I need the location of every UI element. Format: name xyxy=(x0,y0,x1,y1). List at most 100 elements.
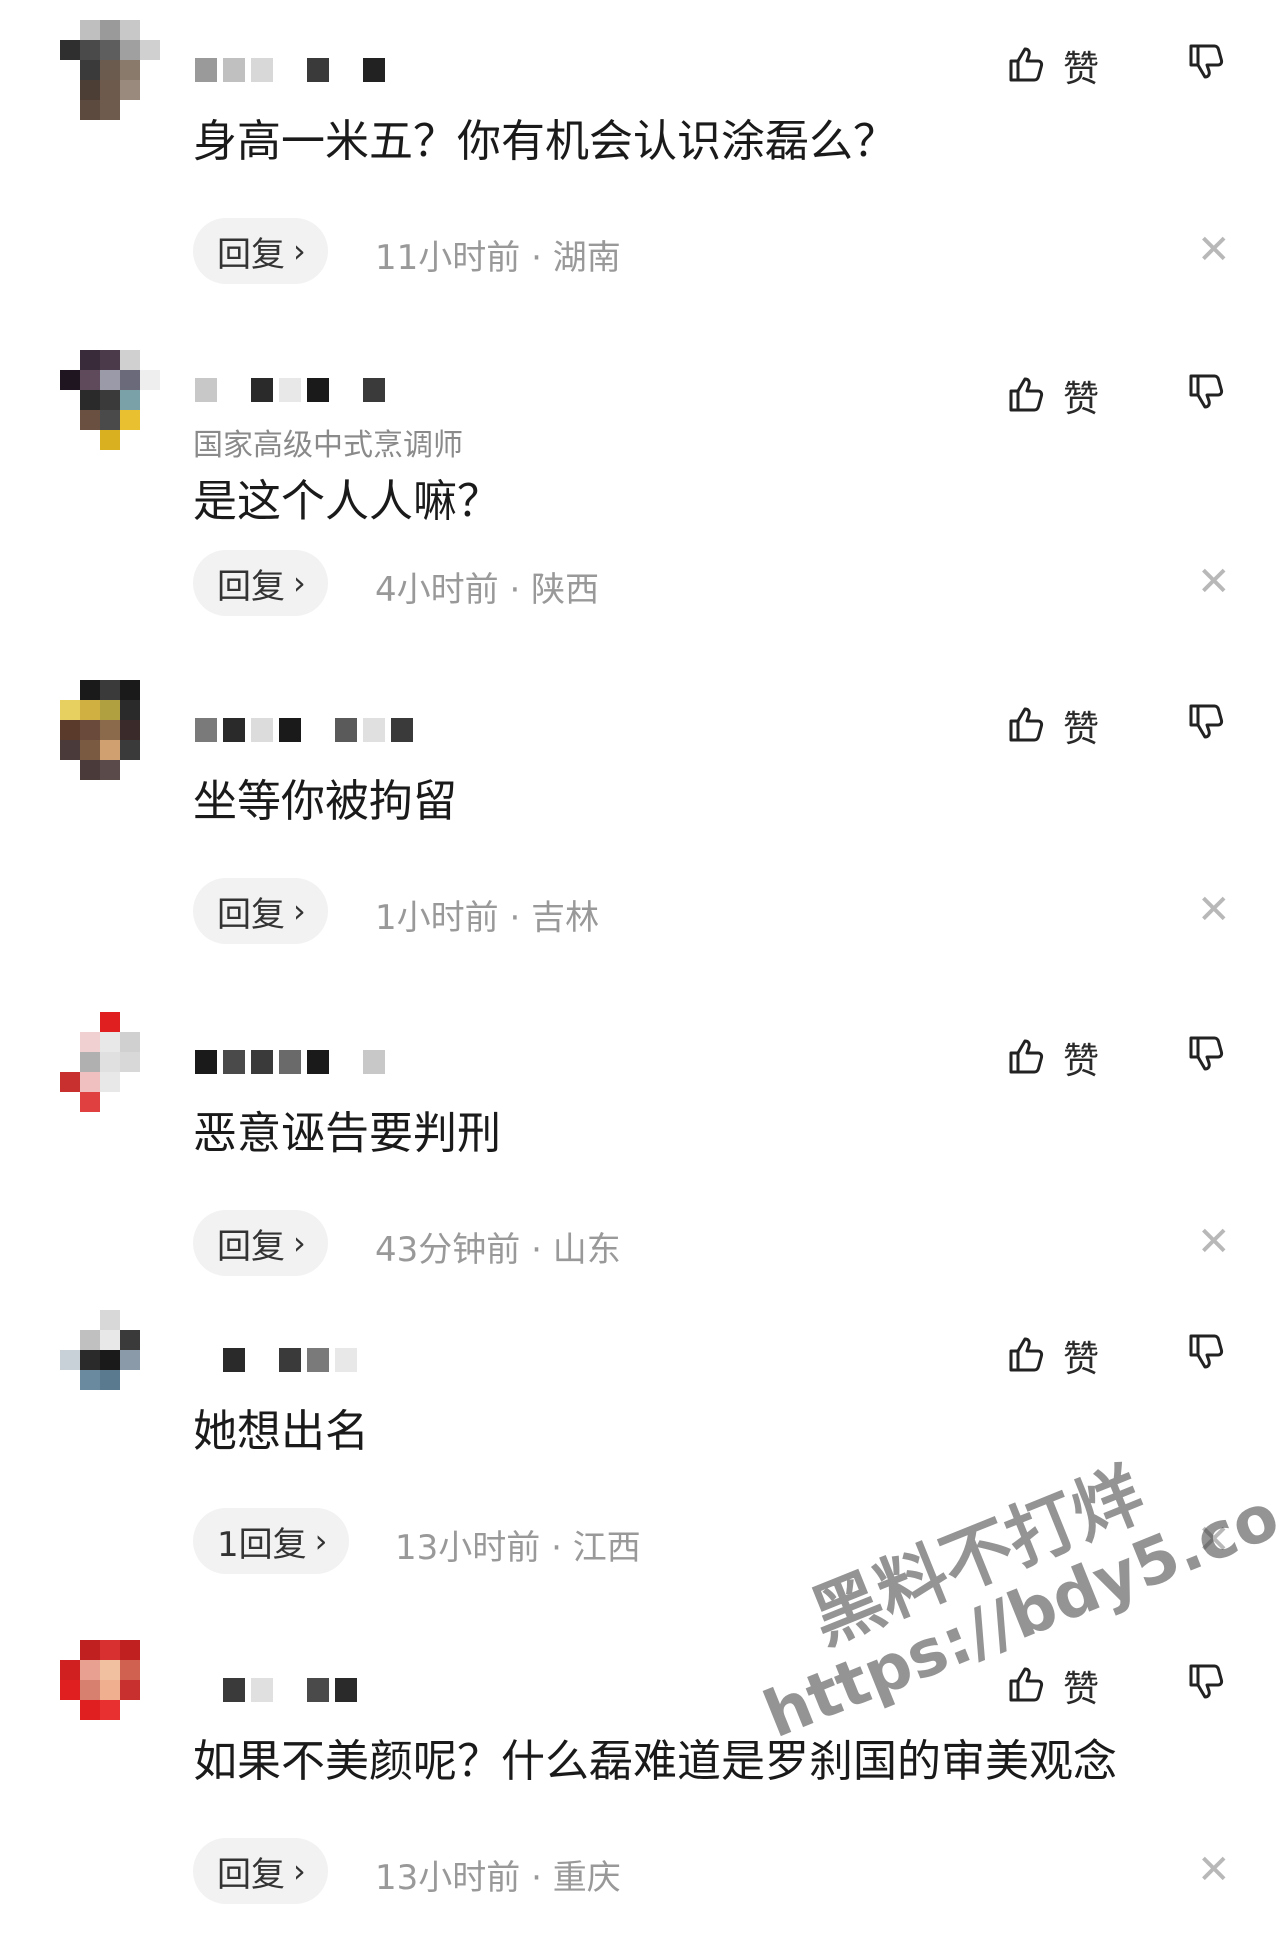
close-icon[interactable]: ✕ xyxy=(1197,562,1231,602)
comment-time: 11小时前 xyxy=(375,238,521,278)
reply-button[interactable]: 回复 › xyxy=(193,1210,328,1276)
like-button[interactable]: 赞 xyxy=(1005,1032,1099,1084)
username-redacted[interactable] xyxy=(195,1345,357,1375)
username-pixel xyxy=(363,378,385,402)
avatar-pixel xyxy=(60,20,80,40)
avatar-pixel xyxy=(120,1700,140,1720)
username-pixel xyxy=(307,1348,329,1372)
avatar-pixel xyxy=(80,80,100,100)
avatar-pixel xyxy=(140,1640,160,1660)
comment-item: 国家高级中式烹调师 是这个人人嘛？ 回复 › 4小时前 · 陕西 赞 ✕ xyxy=(0,330,1278,660)
comment-text: 她想出名 xyxy=(193,1406,369,1457)
user-title-badge: 国家高级中式烹调师 xyxy=(193,428,463,463)
reply-button[interactable]: 回复 › xyxy=(193,218,328,284)
avatar-pixel xyxy=(140,1680,160,1700)
avatar[interactable] xyxy=(60,1640,160,1740)
avatar-pixel xyxy=(80,20,100,40)
reply-label: 回复 xyxy=(217,894,285,935)
comment-time: 13小时前 xyxy=(375,1858,521,1898)
reply-button[interactable]: 回复 › xyxy=(193,878,328,944)
username-pixel xyxy=(335,1678,357,1702)
avatar-pixel xyxy=(120,370,140,390)
comment-location: 重庆 xyxy=(552,1858,621,1898)
avatar-pixel xyxy=(60,370,80,390)
like-button[interactable]: 赞 xyxy=(1005,700,1099,752)
dislike-button[interactable] xyxy=(1185,370,1229,418)
avatar-pixel xyxy=(140,760,160,780)
comment-time: 4小时前 xyxy=(375,570,499,610)
reply-button[interactable]: 回复 › xyxy=(193,550,328,616)
avatar[interactable] xyxy=(60,1012,160,1112)
like-label: 赞 xyxy=(1063,1669,1100,1710)
username-pixel xyxy=(251,1678,273,1702)
like-button[interactable]: 赞 xyxy=(1005,1660,1099,1712)
like-button[interactable]: 赞 xyxy=(1005,370,1099,422)
avatar-pixel xyxy=(100,720,120,740)
avatar-pixel xyxy=(100,1310,120,1330)
avatar[interactable] xyxy=(60,350,160,450)
reply-button[interactable]: 回复 › xyxy=(193,1838,328,1904)
avatar[interactable] xyxy=(60,1310,160,1410)
dislike-button[interactable] xyxy=(1185,1032,1229,1080)
avatar[interactable] xyxy=(60,20,160,120)
username-redacted[interactable] xyxy=(195,55,385,85)
username-redacted[interactable] xyxy=(195,375,385,405)
username-pixel xyxy=(223,1348,245,1372)
chevron-right-icon: › xyxy=(293,1852,306,1890)
avatar-pixel xyxy=(60,1370,80,1390)
avatar-pixel xyxy=(60,1052,80,1072)
avatar-pixel xyxy=(100,60,120,80)
avatar-pixel xyxy=(100,1012,120,1032)
comment-item: 坐等你被拘留 回复 › 1小时前 · 吉林 赞 ✕ xyxy=(0,660,1278,990)
username-redacted[interactable] xyxy=(195,1047,385,1077)
username-pixel xyxy=(335,58,357,82)
dislike-button[interactable] xyxy=(1185,1330,1229,1378)
avatar-pixel xyxy=(80,720,100,740)
comment-text: 如果不美颜呢？什么磊难道是罗刹国的审美观念 xyxy=(193,1736,1117,1787)
dislike-button[interactable] xyxy=(1185,1660,1229,1708)
reply-label: 回复 xyxy=(217,1854,285,1895)
avatar-pixel xyxy=(100,1370,120,1390)
reply-button[interactable]: 1回复 › xyxy=(193,1508,350,1574)
close-icon[interactable]: ✕ xyxy=(1197,890,1231,930)
avatar[interactable] xyxy=(60,680,160,780)
like-button[interactable]: 赞 xyxy=(1005,40,1099,92)
dislike-button[interactable] xyxy=(1185,40,1229,88)
close-icon[interactable]: ✕ xyxy=(1197,1850,1231,1890)
meta-separator: · xyxy=(509,898,521,938)
avatar-pixel xyxy=(140,1310,160,1330)
avatar-pixel xyxy=(60,1390,80,1410)
dislike-button[interactable] xyxy=(1185,700,1229,748)
comment-meta: 1小时前 · 吉林 xyxy=(375,890,599,939)
reply-label: 回复 xyxy=(217,1226,285,1267)
close-icon[interactable]: ✕ xyxy=(1197,1520,1231,1560)
avatar-pixel xyxy=(100,1720,120,1740)
username-pixel xyxy=(223,58,245,82)
avatar-pixel xyxy=(80,1680,100,1700)
thumbs-up-icon xyxy=(1005,372,1049,420)
avatar-pixel xyxy=(80,40,100,60)
username-redacted[interactable] xyxy=(195,1675,357,1705)
chevron-right-icon: › xyxy=(293,1224,306,1262)
username-redacted[interactable] xyxy=(195,715,413,745)
avatar-pixel xyxy=(80,1660,100,1680)
avatar-pixel xyxy=(60,1680,80,1700)
avatar-pixel xyxy=(120,1640,140,1660)
avatar-pixel xyxy=(100,80,120,100)
avatar-pixel xyxy=(60,100,80,120)
username-pixel xyxy=(195,1348,217,1372)
close-icon[interactable]: ✕ xyxy=(1197,230,1231,270)
like-label: 赞 xyxy=(1063,1339,1100,1380)
thumbs-up-icon xyxy=(1005,1034,1049,1082)
like-button[interactable]: 赞 xyxy=(1005,1330,1099,1382)
comment-time: 43分钟前 xyxy=(375,1230,521,1270)
comment-location: 陕西 xyxy=(531,570,600,610)
like-label: 赞 xyxy=(1063,49,1100,90)
thumbs-up-icon xyxy=(1005,42,1049,90)
avatar-pixel xyxy=(120,390,140,410)
avatar-pixel xyxy=(140,370,160,390)
username-pixel xyxy=(335,1348,357,1372)
avatar-pixel xyxy=(140,1700,160,1720)
close-icon[interactable]: ✕ xyxy=(1197,1222,1231,1262)
avatar-pixel xyxy=(80,370,100,390)
